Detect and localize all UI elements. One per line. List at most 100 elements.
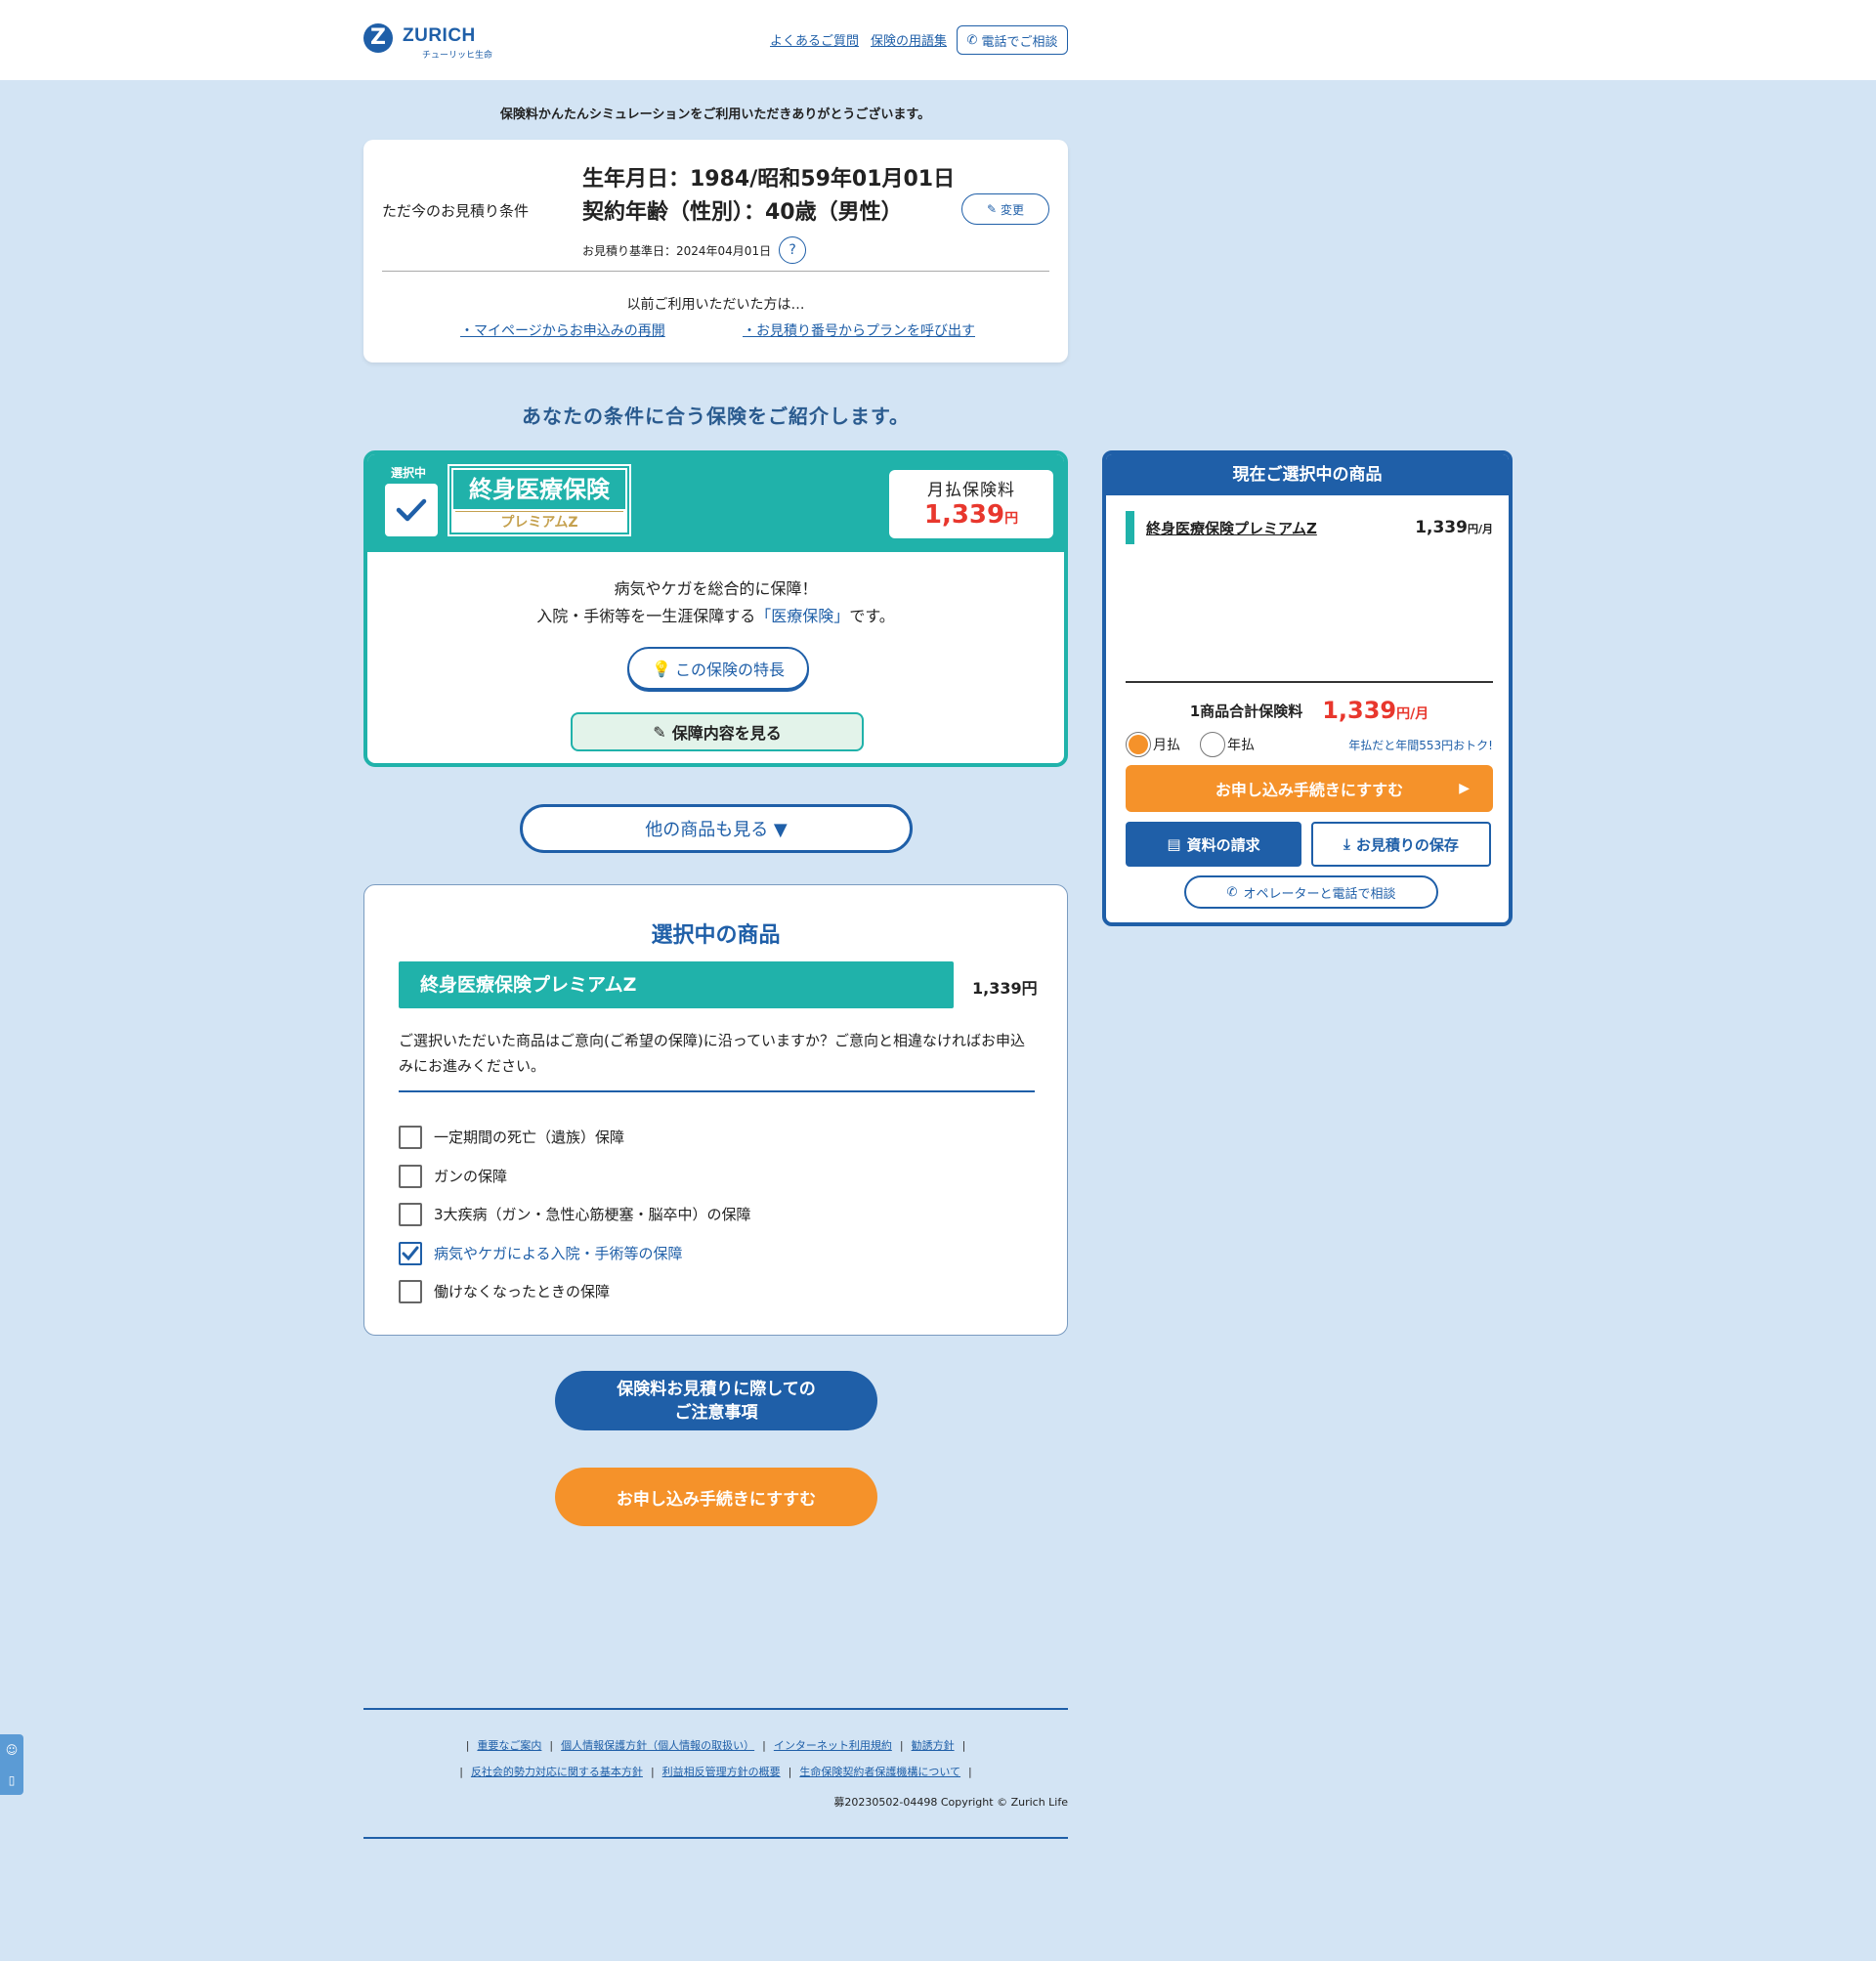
checklist-item[interactable]: 一定期間の死亡（遺族）保障 xyxy=(399,1126,751,1165)
documents-label: 資料の請求 xyxy=(1186,835,1260,854)
previous-user-note: 以前ご利用いただいた方は… xyxy=(626,297,805,313)
footer-link[interactable]: 個人情報保護方針（個人情報の取扱い） xyxy=(561,1739,754,1752)
total-unit: 円/月 xyxy=(1396,706,1429,722)
monthly-label: 月払 xyxy=(1153,738,1180,753)
product-card: 選択中 終身医療保険 プレミアムZ 月払保険料 1,339円 病気やケガを総合的… xyxy=(363,450,1068,767)
coverage-label: 保障内容を見る xyxy=(671,724,782,743)
zurich-logo[interactable]: Z ZURICH チューリッヒ生命 xyxy=(363,23,500,63)
logo-word: ZURICH xyxy=(403,25,476,46)
monthly-premium-unit: 円 xyxy=(1004,511,1019,527)
pencil-icon: ✎ xyxy=(986,202,998,216)
header-links: よくあるご質問 保険の用語集 xyxy=(770,30,947,49)
checklist-item[interactable]: 働けなくなったときの保障 xyxy=(399,1280,751,1319)
divider xyxy=(1126,681,1493,683)
lightbulb-icon: 💡 xyxy=(652,659,671,678)
checklist-item[interactable]: 病気やケガによる入院・手術等の保障 xyxy=(399,1241,751,1281)
product-card-header: 選択中 終身医療保険 プレミアムZ 月払保険料 1,339円 xyxy=(367,454,1064,552)
product-description-1: 病気やケガを総合的に保障！ xyxy=(614,579,818,598)
pencil-icon: ✎ xyxy=(653,722,666,742)
divider xyxy=(399,1090,1035,1092)
annual-label: 年払 xyxy=(1227,738,1255,753)
checkbox-checked[interactable] xyxy=(399,1241,422,1265)
checkbox[interactable] xyxy=(399,1203,422,1226)
annual-savings-note: 年払だと年間553円おトク! xyxy=(1348,738,1493,752)
document-icon: ▤ xyxy=(1167,835,1181,853)
footer-link[interactable]: 利益相反管理方針の概要 xyxy=(662,1766,781,1778)
checklist-label: ガンの保障 xyxy=(434,1167,508,1185)
divider xyxy=(382,271,1049,272)
logo-subtitle: チューリッヒ生命 xyxy=(422,51,493,61)
product-logo: 終身医療保険 プレミアムZ xyxy=(448,464,631,536)
change-label: 変更 xyxy=(1001,202,1025,217)
download-icon: ⤓ xyxy=(1343,835,1350,853)
footer-link[interactable]: 勧誘方針 xyxy=(912,1739,955,1752)
quote-number-link[interactable]: ・お見積り番号からプランを呼び出す xyxy=(743,320,975,340)
panel-apply-button[interactable]: お申し込み手続きにすすむ ▶ xyxy=(1126,765,1493,812)
selected-checkbox[interactable] xyxy=(385,484,438,536)
panel-title: 現在ご選択中の商品 xyxy=(1106,454,1509,495)
person-icon: ☺ xyxy=(5,1742,19,1757)
product-features-button[interactable]: 💡 この保険の特長 xyxy=(627,647,809,690)
zurich-logo-icon: Z xyxy=(363,23,393,53)
monthly-premium-box: 月払保険料 1,339円 xyxy=(889,470,1053,538)
glossary-link[interactable]: 保険の用語集 xyxy=(871,30,947,49)
selected-product-price: 1,339円 xyxy=(972,979,1038,998)
quote-notice-button[interactable]: 保険料お見積りに際しての ご注意事項 xyxy=(555,1371,877,1430)
checklist-label: 3大疾病（ガン・急性心筋梗塞・脳卒中）の保障 xyxy=(434,1206,751,1223)
checkbox[interactable] xyxy=(399,1164,422,1188)
total-premium-row: 1商品合計保険料 1,339円/月 xyxy=(1126,697,1493,724)
footer-links-row-1: | 重要なご案内 | 個人情報保護方針（個人情報の取扱い） | インターネット利用規約 | 勧… xyxy=(465,1739,966,1752)
total-value: 1,339 xyxy=(1322,697,1397,724)
phone-consult-button[interactable]: ✆ 電話でご相談 xyxy=(957,25,1068,55)
features-label: この保険の特長 xyxy=(674,661,785,679)
save-quote-button[interactable]: ⤓ お見積りの保存 xyxy=(1311,822,1491,867)
intro-heading: あなたの条件に合う保険をご紹介します。 xyxy=(522,405,910,428)
site-header: Z ZURICH チューリッヒ生命 よくあるご質問 保険の用語集 ✆ 電話でご相… xyxy=(0,0,1876,80)
mypage-resume-link[interactable]: ・マイページからお申込みの再開 xyxy=(460,320,665,340)
date-of-birth: 生年月日：1984/昭和59年01月01日 xyxy=(582,167,956,192)
checkbox[interactable] xyxy=(399,1126,422,1149)
phone-icon: ✆ xyxy=(1226,884,1238,900)
monthly-radio[interactable] xyxy=(1126,732,1151,757)
request-documents-button[interactable]: ▤ 資料の請求 xyxy=(1126,822,1301,867)
notice-line-1: 保険料お見積りに際しての xyxy=(617,1380,816,1399)
panel-product-name[interactable]: 終身医療保険プレミアムZ xyxy=(1146,518,1317,538)
change-conditions-button[interactable]: ✎ 変更 xyxy=(961,193,1049,225)
selected-title: 選択中の商品 xyxy=(651,923,781,948)
desc-highlight: 「医療保険」 xyxy=(755,607,850,625)
footer-divider xyxy=(363,1837,1068,1839)
help-icon[interactable]: ? xyxy=(779,236,807,264)
annual-radio[interactable] xyxy=(1200,732,1225,757)
checklist-item[interactable]: ガンの保障 xyxy=(399,1164,751,1204)
footer-link[interactable]: インターネット利用規約 xyxy=(774,1739,892,1752)
checklist-label: 一定期間の死亡（遺族）保障 xyxy=(434,1129,625,1146)
chat-widget[interactable]: ☺ ▯ xyxy=(0,1734,23,1795)
save-quote-label: お見積りの保存 xyxy=(1355,835,1459,854)
selected-product-name: 終身医療保険プレミアムZ xyxy=(399,961,954,1008)
operator-label: オペレーターと電話で相談 xyxy=(1243,886,1396,902)
more-products-button[interactable]: 他の商品も見る ▼ xyxy=(520,804,913,853)
checkbox[interactable] xyxy=(399,1280,422,1303)
footer-divider xyxy=(363,1708,1068,1710)
monthly-premium-label: 月払保険料 xyxy=(927,481,1015,500)
accent-bar xyxy=(1126,511,1134,544)
apply-button[interactable]: お申し込み手続きにすすむ xyxy=(555,1468,877,1526)
panel-product-row: 終身医療保険プレミアムZ 1,339円/月 xyxy=(1126,511,1493,544)
footer-link[interactable]: 反社会的勢力対応に関する基本方針 xyxy=(471,1766,643,1778)
view-coverage-button[interactable]: ✎ 保障内容を見る xyxy=(571,712,864,751)
selected-product-card: 選択中の商品 終身医療保険プレミアムZ 1,339円 ご選択いただいた商品はご意… xyxy=(363,884,1068,1336)
footer-link[interactable]: 生命保険契約者保護機構について xyxy=(799,1766,960,1778)
conditions-label: ただ今のお見積り条件 xyxy=(382,202,530,220)
product-subname: プレミアムZ xyxy=(455,511,623,532)
operator-phone-button[interactable]: ✆ オペレーターと電話で相談 xyxy=(1184,875,1438,909)
checklist-item[interactable]: 3大疾病（ガン・急性心筋梗塞・脳卒中）の保障 xyxy=(399,1203,751,1242)
quote-base-date-row: お見積り基準日：2024年04月01日 ? xyxy=(582,236,807,264)
checklist-label: 働けなくなったときの保障 xyxy=(434,1283,611,1300)
thanks-message: 保険料かんたんシミュレーションをご利用いただきありがとうございます。 xyxy=(499,107,931,122)
quote-conditions-card: ただ今のお見積り条件 生年月日：1984/昭和59年01月01日 契約年齢（性別… xyxy=(363,140,1068,362)
footer-link[interactable]: 重要なご案内 xyxy=(477,1739,541,1752)
faq-link[interactable]: よくあるご質問 xyxy=(770,30,859,49)
total-label: 1商品合計保険料 xyxy=(1189,702,1303,720)
current-selection-panel: 現在ご選択中の商品 終身医療保険プレミアムZ 1,339円/月 1商品合計保険料… xyxy=(1102,450,1513,926)
panel-price-value: 1,339 xyxy=(1415,518,1468,537)
